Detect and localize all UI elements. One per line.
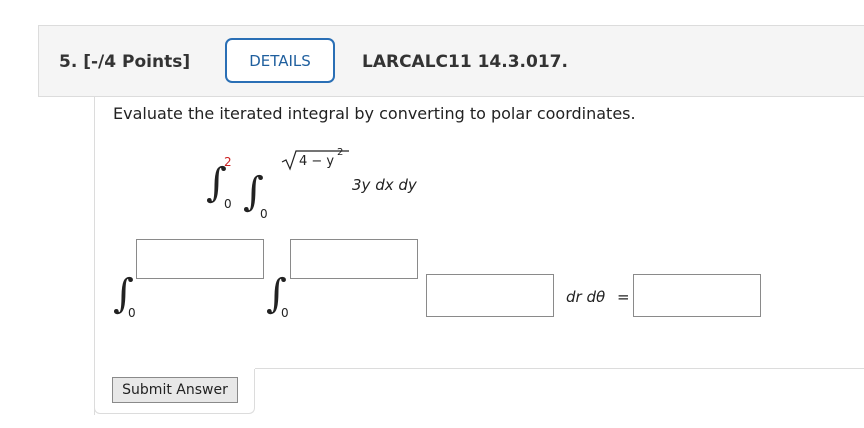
submit-answer-button[interactable]: Submit Answer: [112, 377, 238, 403]
answer-inner-lower-limit: 0: [281, 306, 289, 320]
differential-label: dr dθ: [566, 288, 606, 306]
details-button[interactable]: DETAILS: [225, 38, 335, 83]
outer-upper-limit-input[interactable]: [136, 239, 264, 279]
divider: [255, 368, 864, 369]
inner-upper-limit-input[interactable]: [290, 239, 418, 279]
question-code: LARCALC11 14.3.017.: [362, 52, 568, 72]
question-header: 5. [-/4 Points] DETAILS LARCALC11 14.3.0…: [38, 25, 864, 97]
integrand-input[interactable]: [426, 274, 554, 317]
outer-lower-limit: 0: [224, 197, 232, 211]
inner-lower-limit: 0: [260, 207, 268, 221]
question-number: 5. [-/4 Points]: [59, 52, 191, 72]
result-input[interactable]: [633, 274, 761, 317]
question-prompt: Evaluate the iterated integral by conver…: [113, 104, 636, 123]
equals-sign: =: [617, 288, 630, 306]
inner-integral-sign: ∫: [243, 169, 264, 215]
answer-outer-lower-limit: 0: [128, 306, 136, 320]
integrand: 3y dx dy: [352, 176, 417, 194]
outer-upper-limit: 2: [224, 155, 232, 169]
